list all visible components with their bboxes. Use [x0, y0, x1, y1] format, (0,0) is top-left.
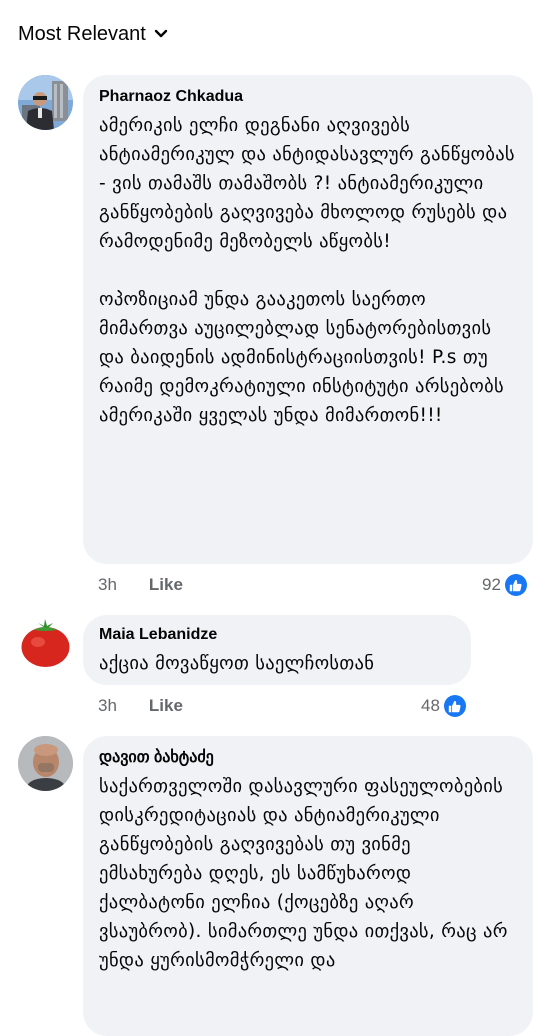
reaction-count: 48: [421, 696, 440, 715]
comment-actions: 3h Like: [98, 573, 183, 597]
comment-bubble: Pharnaoz Chkadua ამერიკის ელჩი დეგნანი ა…: [83, 75, 533, 564]
like-button[interactable]: Like: [149, 575, 183, 595]
comment-timestamp[interactable]: 3h: [98, 696, 117, 716]
avatar[interactable]: [18, 615, 73, 670]
comment-author[interactable]: დავით ბახტაძე: [99, 748, 517, 768]
comment-author[interactable]: Pharnaoz Chkadua: [99, 87, 517, 107]
chevron-down-icon: [154, 27, 168, 41]
thumbs-up-icon: [504, 574, 527, 596]
sort-label: Most Relevant: [18, 22, 146, 45]
comment-timestamp[interactable]: 3h: [98, 575, 117, 595]
like-button[interactable]: Like: [149, 696, 183, 716]
comment-bubble: Maia Lebanidze აქცია მოვაწყოთ საელჩოსთან: [83, 615, 471, 685]
comment-actions: 3h Like: [98, 694, 183, 718]
comment-text: ამერიკის ელჩი დეგნანი აღვივებს ანტიამერი…: [99, 115, 515, 426]
comment-bubble: დავით ბახტაძე საქართველოში დასავლური ფას…: [83, 736, 533, 1036]
sort-dropdown[interactable]: Most Relevant: [18, 18, 168, 50]
reaction-summary[interactable]: 48: [421, 694, 466, 718]
reaction-summary[interactable]: 92: [482, 573, 527, 597]
comment-text: საქართველოში დასავლური ფასეულობების დისკ…: [99, 776, 508, 971]
reaction-count: 92: [482, 575, 501, 594]
comment-text: აქცია მოვაწყოთ საელჩოსთან: [99, 653, 375, 674]
comment-author[interactable]: Maia Lebanidze: [99, 625, 455, 645]
thumbs-up-icon: [443, 695, 466, 717]
avatar[interactable]: [18, 75, 73, 130]
avatar[interactable]: [18, 736, 73, 791]
